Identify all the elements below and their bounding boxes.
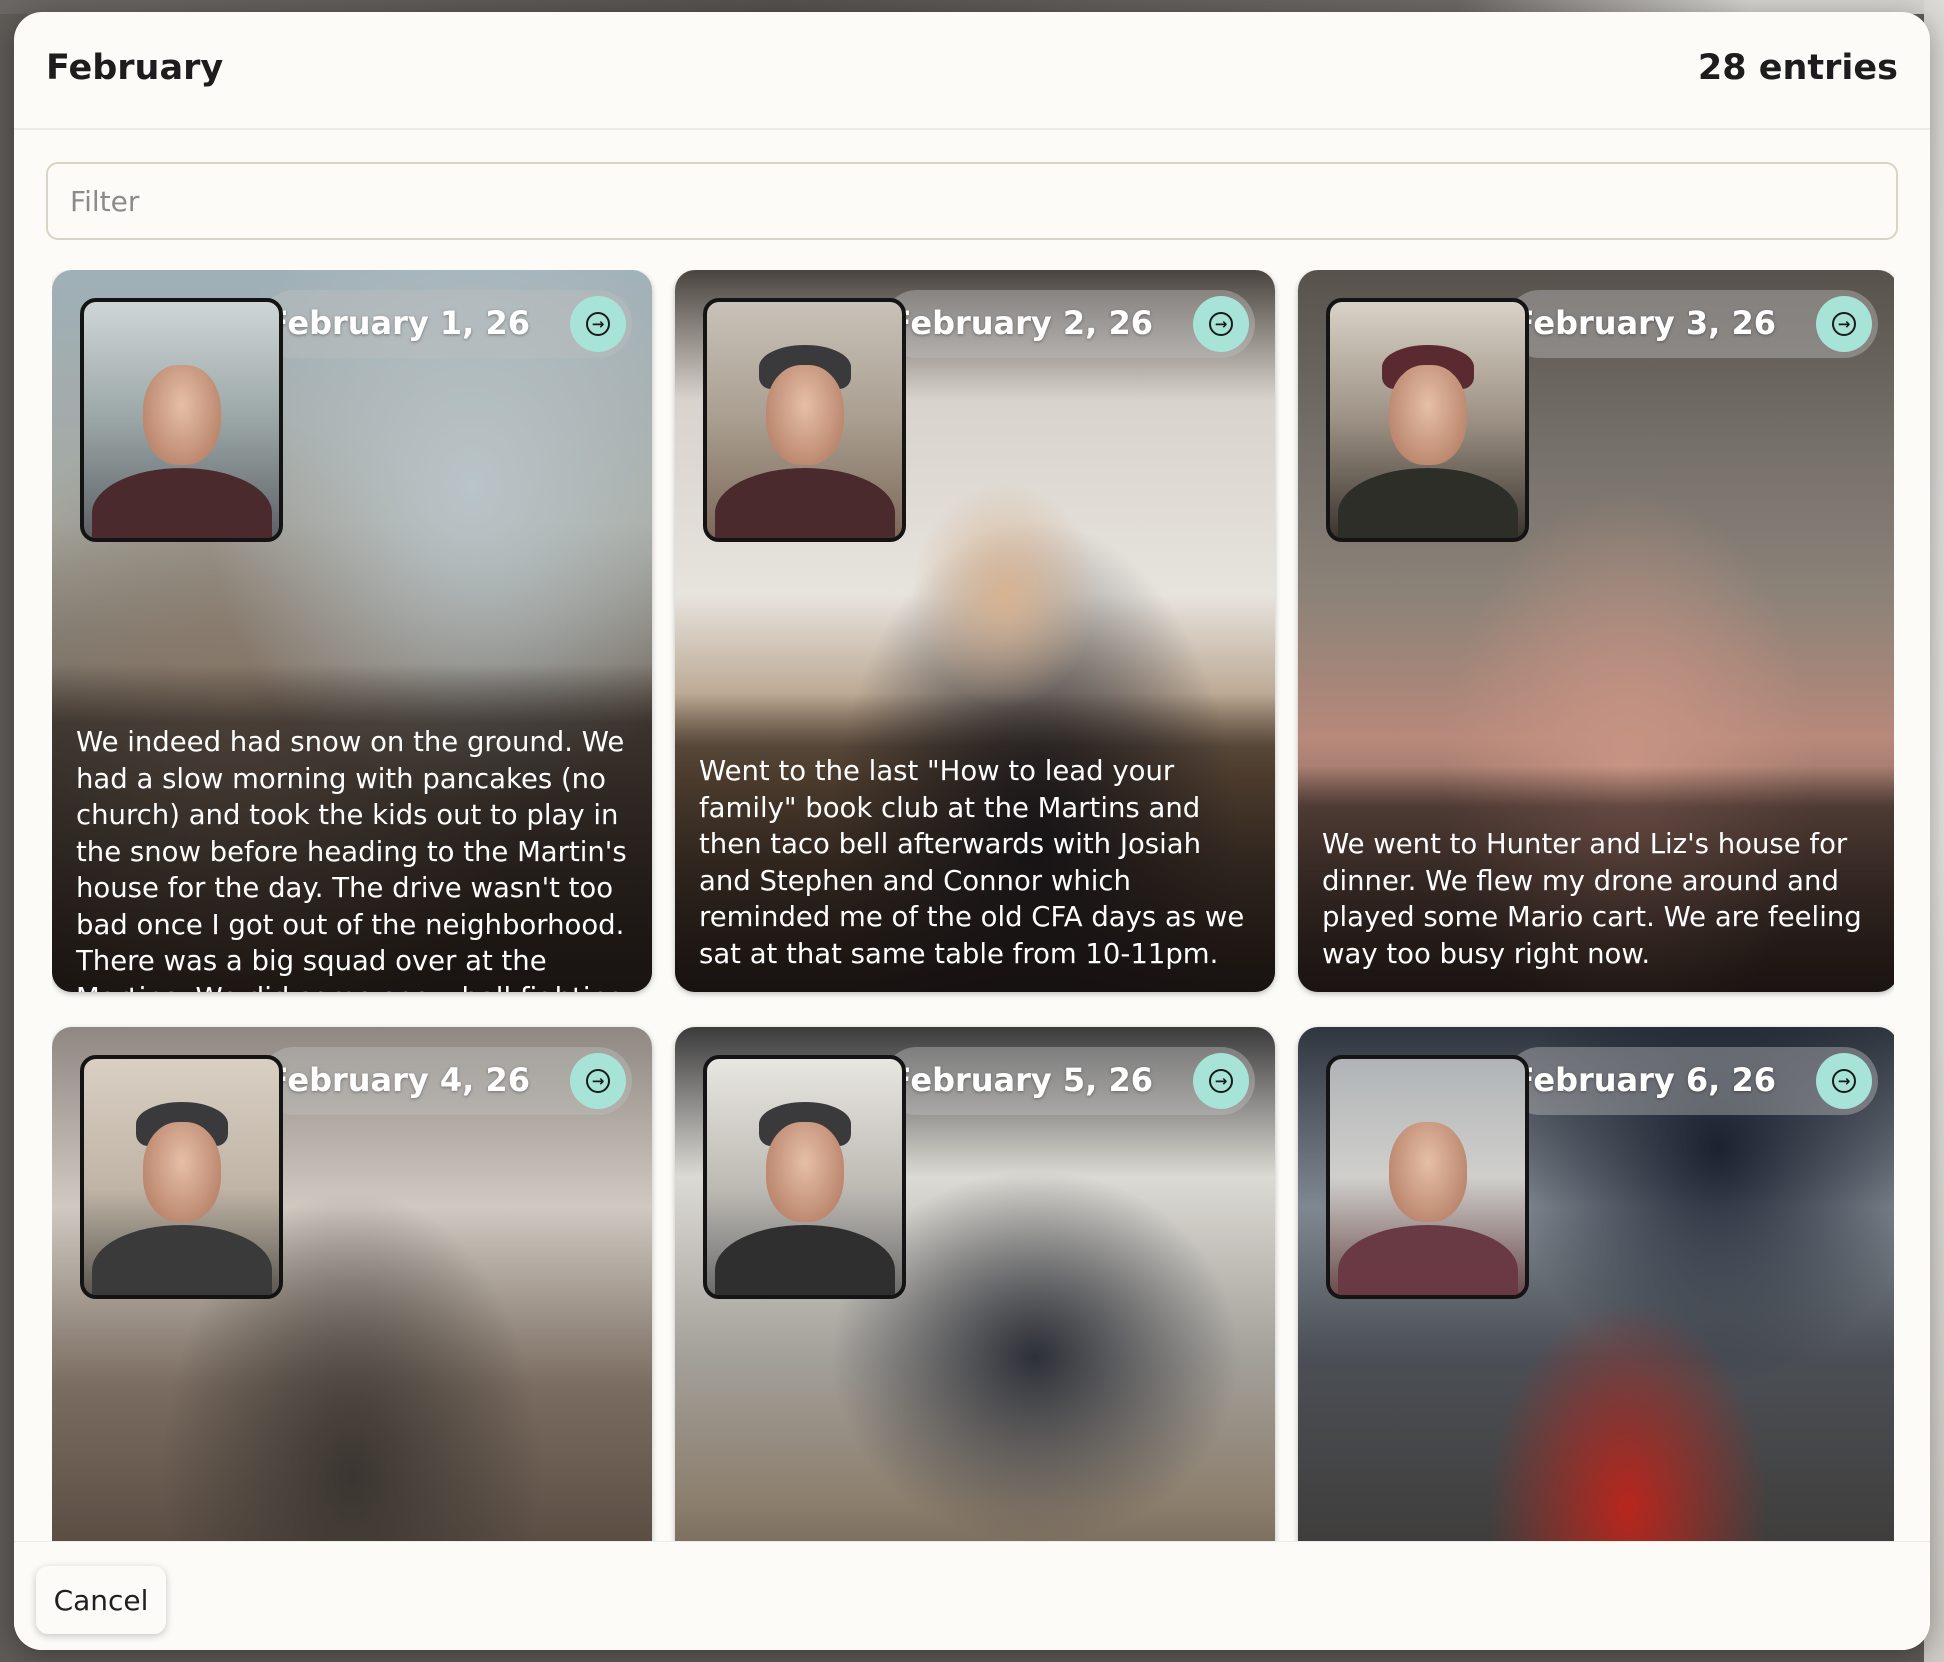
open-entry-button[interactable]: → [1816,1053,1872,1109]
entry-date: Sun February 1, 26 [260,304,530,342]
arrow-right-circle-icon: → [1832,312,1856,336]
entry-caption-area: We indeed had snow on the ground. We had… [52,664,652,992]
entry-card[interactable]: Sun February 1, 26 → We indeed had snow … [52,270,652,992]
entry-date-pill: Thu February 5, 26 → [883,1047,1255,1115]
entries-grid: Sun February 1, 26 → We indeed had snow … [52,270,1894,1542]
entry-date-pill: Mon February 2, 26 → [883,290,1255,358]
arrow-right-circle-icon: → [1209,312,1233,336]
selfie-inset [703,298,906,542]
cancel-button[interactable]: Cancel [36,1566,166,1634]
entry-card[interactable]: Thu February 5, 26 → [675,1027,1275,1542]
entry-date: Tue February 3, 26 [1506,304,1776,342]
selfie-inset [1326,1055,1529,1299]
entry-text: We indeed had snow on the ground. We had… [76,726,627,992]
open-entry-button[interactable]: → [1193,1053,1249,1109]
open-entry-button[interactable]: → [1193,296,1249,352]
entry-date: Thu February 5, 26 [883,1061,1153,1099]
entry-date-pill: Sun February 1, 26 → [260,290,632,358]
entry-date-pill: Tue February 3, 26 → [1506,290,1878,358]
entry-card[interactable]: Fri February 6, 26 → [1298,1027,1894,1542]
entry-count: 28 entries [1697,48,1898,88]
entry-caption-area: We went to Hunter and Liz's house for di… [1298,766,1894,992]
entry-date: Mon February 2, 26 [883,304,1153,342]
entry-card[interactable]: Tue February 3, 26 → We went to Hunter a… [1298,270,1894,992]
open-entry-button[interactable]: → [1816,296,1872,352]
arrow-right-circle-icon: → [586,312,610,336]
modal-header: February 28 entries [14,12,1930,130]
entry-caption-area: Went to the last "How to lead your famil… [675,693,1275,992]
filter-input[interactable] [46,162,1898,240]
modal-footer: Cancel [14,1541,1930,1650]
entry-text: Went to the last "How to lead your famil… [699,755,1245,970]
modal-title: February [46,48,224,88]
entry-card[interactable]: Wed February 4, 26 → [52,1027,652,1542]
selfie-inset [703,1055,906,1299]
entry-date-pill: Fri February 6, 26 → [1506,1047,1878,1115]
selfie-inset [80,1055,283,1299]
entry-date: Wed February 4, 26 [260,1061,530,1099]
entry-card[interactable]: Mon February 2, 26 → Went to the last "H… [675,270,1275,992]
entry-date: Fri February 6, 26 [1506,1061,1776,1099]
entry-text: We went to Hunter and Liz's house for di… [1322,828,1862,970]
selfie-inset [1326,298,1529,542]
arrow-right-circle-icon: → [1832,1069,1856,1093]
entry-date-pill: Wed February 4, 26 → [260,1047,632,1115]
open-entry-button[interactable]: → [570,1053,626,1109]
selfie-inset [80,298,283,542]
arrow-right-circle-icon: → [1209,1069,1233,1093]
month-entries-modal: February 28 entries Sun February 1, 26 →… [14,12,1930,1650]
arrow-right-circle-icon: → [586,1069,610,1093]
open-entry-button[interactable]: → [570,296,626,352]
